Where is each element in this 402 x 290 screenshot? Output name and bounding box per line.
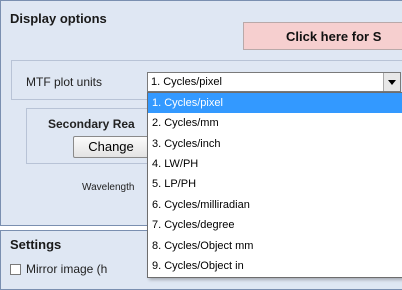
secondary-readout-title: Secondary Rea — [48, 117, 135, 131]
chevron-down-icon[interactable] — [383, 73, 400, 91]
dropdown-option[interactable]: 7. Cycles/degree — [148, 215, 402, 235]
mtf-plot-units-label: MTF plot units — [26, 75, 103, 89]
dropdown-option[interactable]: 3. Cycles/inch — [148, 134, 402, 154]
wavelength-label: Wavelength — [82, 182, 135, 193]
mirror-image-checkbox[interactable] — [10, 264, 21, 275]
click-here-button[interactable]: Click here for S — [243, 22, 402, 50]
settings-title: Settings — [10, 237, 62, 252]
dropdown-option[interactable]: 2. Cycles/mm — [148, 113, 402, 133]
dropdown-option[interactable]: 1. Cycles/pixel — [148, 93, 402, 113]
dropdown-option[interactable]: 4. LW/PH — [148, 154, 402, 174]
dropdown-option[interactable]: 5. LP/PH — [148, 174, 402, 194]
mtf-units-selected-value: 1. Cycles/pixel — [151, 76, 222, 88]
mtf-units-select[interactable]: 1. Cycles/pixel — [147, 72, 401, 92]
change-button[interactable]: Change — [73, 136, 149, 158]
mirror-image-label: Mirror image (h — [26, 262, 108, 276]
mtf-units-dropdown-list: 1. Cycles/pixel 2. Cycles/mm 3. Cycles/i… — [147, 92, 402, 278]
display-options-title: Display options — [10, 11, 107, 26]
dropdown-option[interactable]: 8. Cycles/Object mm — [148, 236, 402, 256]
dropdown-option[interactable]: 9. Cycles/Object in — [148, 256, 402, 276]
dropdown-option[interactable]: 6. Cycles/milliradian — [148, 195, 402, 215]
